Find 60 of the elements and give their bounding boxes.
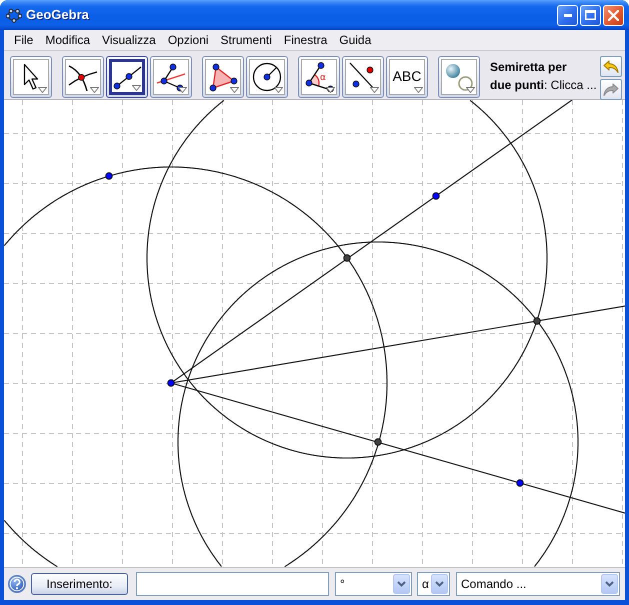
dropdown-triangle-icon <box>370 87 379 93</box>
maximize-button[interactable] <box>580 4 601 26</box>
dropdown-triangle-icon <box>178 87 187 93</box>
window-title: GeoGebra <box>26 6 89 24</box>
symbol-dropdown[interactable]: ° <box>335 572 412 596</box>
close-icon <box>608 10 619 20</box>
tool-button[interactable] <box>10 56 52 98</box>
help-icon[interactable] <box>8 575 26 593</box>
greek-letter-dropdown[interactable]: α <box>417 572 450 596</box>
minimize-icon <box>564 14 572 16</box>
point-dot[interactable] <box>105 172 113 180</box>
maximize-icon <box>585 10 596 20</box>
dropdown-triangle-icon <box>132 85 141 91</box>
minimize-button[interactable] <box>557 4 578 26</box>
undo-button[interactable] <box>600 56 622 77</box>
redo-icon <box>603 82 619 96</box>
triangle-polygon-icon <box>208 62 238 92</box>
menu-item[interactable]: Visualizza <box>96 30 162 50</box>
tool-button[interactable]: α <box>298 56 340 98</box>
tool-button[interactable] <box>342 56 384 98</box>
close-button[interactable] <box>603 4 624 26</box>
menu-item[interactable]: Guida <box>333 30 378 50</box>
input-help-button[interactable]: Inserimento: <box>31 573 128 595</box>
arrow-cursor-icon <box>23 63 39 91</box>
tool-button[interactable] <box>246 56 288 98</box>
point-dot[interactable] <box>533 317 541 325</box>
tool-button[interactable] <box>150 56 192 98</box>
sphere-and-ring-icon <box>444 62 474 92</box>
point-dot[interactable] <box>516 479 524 487</box>
point-dot[interactable] <box>343 254 351 262</box>
dropdown-triangle-icon <box>414 87 423 93</box>
tool-button[interactable] <box>106 56 148 98</box>
tool-button[interactable] <box>62 56 104 98</box>
undo-icon <box>603 60 619 74</box>
chevron-down-icon <box>601 574 618 594</box>
circle-with-center-icon <box>252 62 282 92</box>
dropdown-triangle-icon <box>326 87 335 93</box>
point-dot[interactable] <box>167 379 175 387</box>
dropdown-triangle-icon <box>230 87 239 93</box>
chevron-down-icon <box>431 574 448 594</box>
tool-button[interactable]: ABC <box>386 56 428 98</box>
dropdown-triangle-icon <box>274 87 283 93</box>
dropdown-triangle-icon <box>90 87 99 93</box>
menu-item[interactable]: Finestra <box>278 30 334 50</box>
menu-item[interactable]: Modifica <box>39 30 96 50</box>
point-dot[interactable] <box>374 438 382 446</box>
command-dropdown[interactable]: Comando ... <box>456 572 620 596</box>
menu-item[interactable]: Strumenti <box>214 30 278 50</box>
menu-item[interactable]: Opzioni <box>162 30 215 50</box>
chevron-down-icon <box>393 574 410 594</box>
tool-button[interactable] <box>202 56 244 98</box>
input-field[interactable] <box>136 572 329 596</box>
app-logo-icon <box>6 7 22 23</box>
dropdown-triangle-icon <box>466 87 475 93</box>
ray-with-points-icon <box>112 64 142 90</box>
bisector-lines-icon <box>156 62 186 92</box>
point-dot[interactable] <box>432 192 440 200</box>
dropdown-triangle-icon <box>38 87 47 93</box>
menu-item[interactable]: File <box>8 30 40 50</box>
tool-help-text: Semiretta per due punti: Clicca ... <box>490 59 597 94</box>
